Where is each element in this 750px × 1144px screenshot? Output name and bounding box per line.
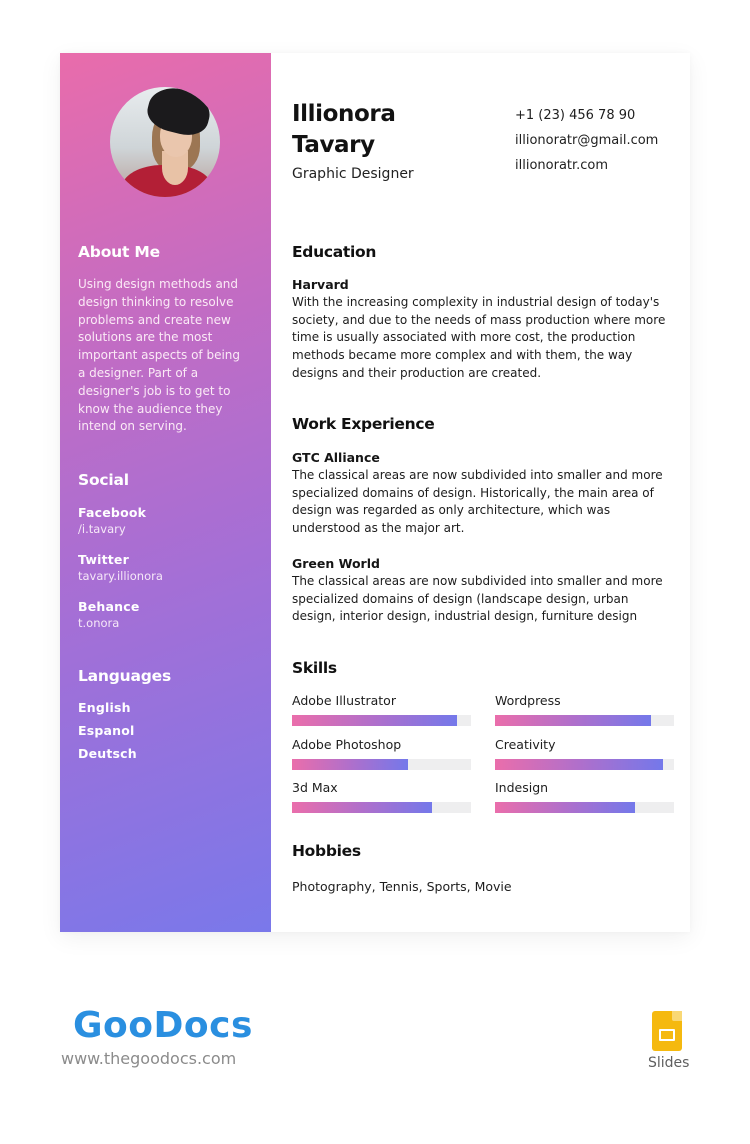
language-item: English (78, 700, 131, 715)
skill-bar-track (495, 715, 674, 726)
hobbies-heading: Hobbies (292, 842, 361, 860)
hobbies-text: Photography, Tennis, Sports, Movie (292, 879, 512, 894)
skill-label: Creativity (495, 737, 556, 752)
about-line: problems and create new (78, 312, 231, 327)
text-line: society, and due to the needs of mass pr… (292, 312, 666, 327)
social-network-twitter: Twitter (78, 552, 129, 567)
education-entry-text: With the increasing complexity in indust… (292, 294, 672, 383)
about-line: a designer. Part of a (78, 365, 199, 380)
contact-email[interactable]: illionoratr@gmail.com (515, 133, 658, 148)
text-line: time is usually associated with more cos… (292, 330, 636, 345)
social-heading: Social (78, 471, 129, 489)
text-line: methods became more complex and with the… (292, 348, 633, 363)
work-entry-title: Green World (292, 556, 380, 571)
about-heading: About Me (78, 243, 160, 261)
skill-bar-track (495, 759, 674, 770)
text-line: specialized domains of design. Historica… (292, 485, 654, 500)
text-line: The classical areas are now subdivided i… (292, 468, 663, 482)
social-handle-facebook[interactable]: /i.tavary (78, 522, 126, 536)
about-line: important aspects of being (78, 348, 241, 363)
goodocs-logo[interactable]: GooDocs (73, 1005, 253, 1046)
social-network-facebook: Facebook (78, 505, 147, 520)
skill-bar-fill (495, 715, 651, 726)
resume-page: About Me Using design methods and design… (60, 53, 690, 932)
google-slides-icon (652, 1011, 682, 1051)
last-name: Tavary (292, 132, 375, 158)
sidebar: About Me Using design methods and design… (60, 53, 271, 932)
about-line: design thinking to resolve (78, 294, 234, 309)
skill-label: Indesign (495, 780, 549, 795)
about-line: Using design methods and (78, 277, 239, 291)
language-item: Deutsch (78, 746, 137, 761)
job-title: Graphic Designer (292, 166, 414, 182)
slides-label: Slides (648, 1055, 690, 1071)
skill-bar-fill (292, 715, 457, 726)
skill-bar-track (292, 802, 471, 813)
main-content: Illionora Tavary Graphic Designer +1 (23… (292, 53, 690, 932)
text-line: design was regarded as only architecture… (292, 503, 611, 518)
education-entry-title: Harvard (292, 277, 349, 292)
skill-bar-fill (292, 759, 409, 770)
full-name: Illionora Tavary (292, 99, 396, 161)
text-line: With the increasing complexity in indust… (292, 295, 660, 309)
social-handle-twitter[interactable]: tavary.illionora (78, 569, 163, 583)
text-line: design, interior design, industrial desi… (292, 609, 638, 624)
work-entry-title: GTC Alliance (292, 450, 380, 465)
work-entry-text: The classical areas are now subdivided i… (292, 573, 672, 626)
language-item: Espanol (78, 723, 135, 738)
skill-bar-track (292, 715, 471, 726)
skills-heading: Skills (292, 659, 337, 677)
skill-label: Wordpress (495, 693, 561, 708)
about-line: designer's job is to get to (78, 383, 231, 398)
about-line: know the audience they (78, 401, 223, 416)
work-heading: Work Experience (292, 415, 435, 433)
skill-label: Adobe Illustrator (292, 693, 396, 708)
social-handle-behance[interactable]: t.onora (78, 616, 119, 630)
about-line: intend on serving. (78, 419, 187, 434)
work-entry-text: The classical areas are now subdivided i… (292, 467, 672, 538)
profile-photo (110, 87, 220, 197)
slides-frame-icon (659, 1029, 675, 1041)
skill-bar-fill (495, 759, 664, 770)
skill-bar-fill (495, 802, 635, 813)
skill-bar-fill (292, 802, 432, 813)
contact-phone[interactable]: +1 (23) 456 78 90 (515, 108, 635, 123)
social-network-behance: Behance (78, 599, 140, 614)
text-line: specialized domains of design (landscape… (292, 591, 629, 606)
contact-website[interactable]: illionoratr.com (515, 158, 608, 173)
text-line: designs and their production are created… (292, 365, 542, 380)
skill-label: Adobe Photoshop (292, 737, 402, 752)
text-line: understood as the major art. (292, 521, 465, 536)
about-text: Using design methods and design thinking… (78, 276, 258, 436)
first-name: Illionora (292, 101, 396, 127)
languages-heading: Languages (78, 667, 171, 685)
about-line: solutions are the most (78, 330, 213, 345)
skill-label: 3d Max (292, 780, 338, 795)
skill-bar-track (292, 759, 471, 770)
text-line: The classical areas are now subdivided i… (292, 574, 663, 588)
education-heading: Education (292, 243, 377, 261)
goodocs-url[interactable]: www.thegoodocs.com (61, 1049, 236, 1068)
skill-bar-track (495, 802, 674, 813)
